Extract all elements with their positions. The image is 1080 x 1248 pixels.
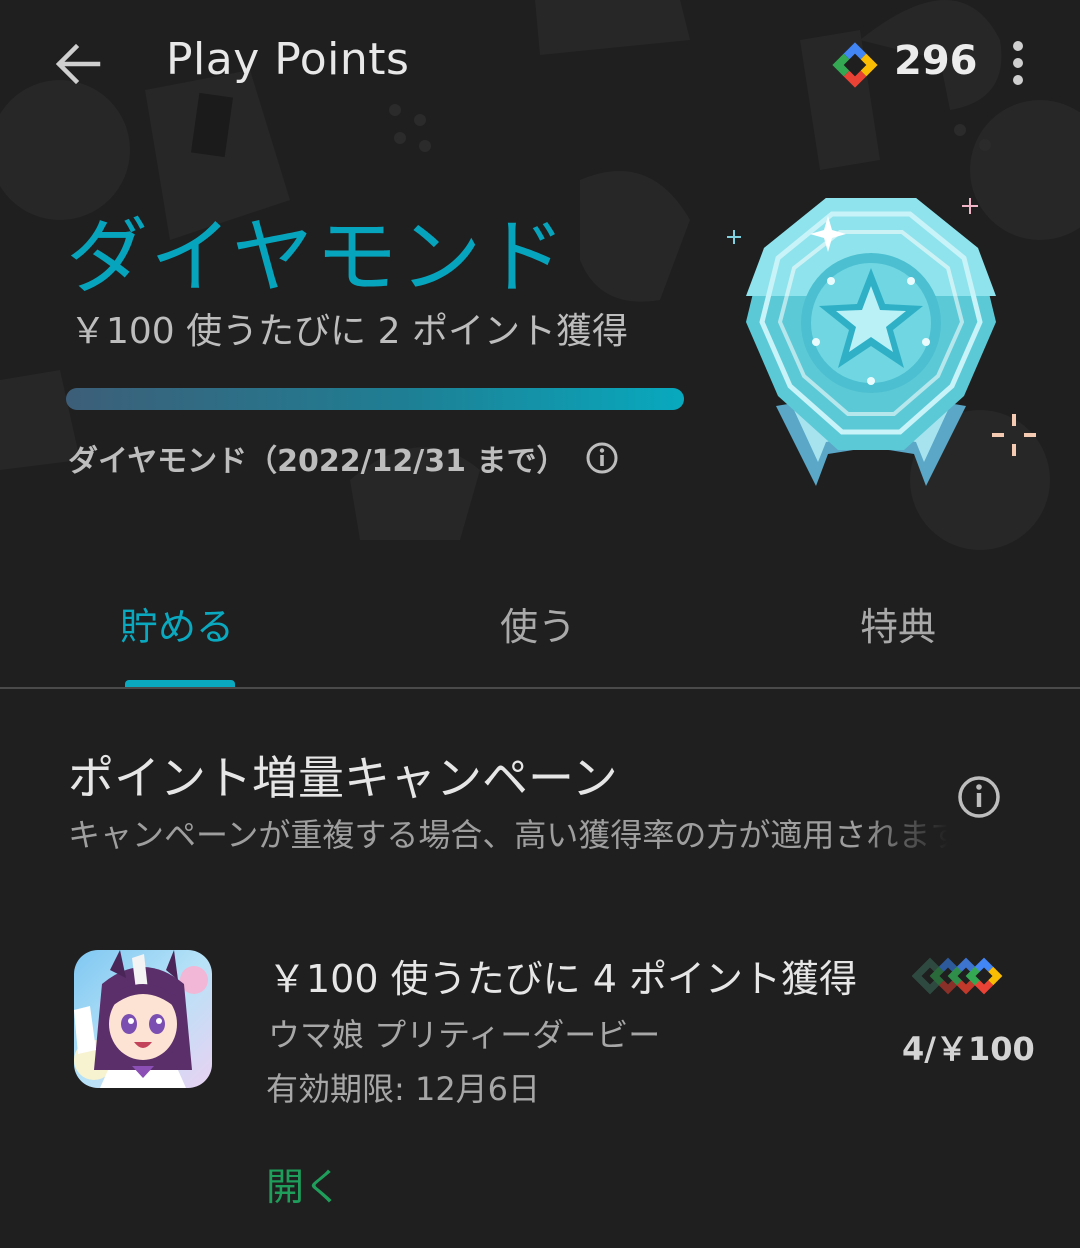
diamond-medal-icon — [727, 198, 1036, 486]
offer-app-name: ウマ娘 プリティーダービー — [268, 1016, 661, 1054]
offer-title: ￥100 使うたびに 4 ポイント獲得 — [268, 957, 857, 1001]
offer-expiry: 有効期限: 12月6日 — [266, 1070, 541, 1108]
campaign-description: キャンペーンが重複する場合、高い獲得率の方が適用されます — [68, 816, 948, 854]
multiplier-logo-icon — [911, 957, 1003, 995]
open-app-link[interactable]: 開く — [266, 1156, 342, 1211]
tab-perks[interactable]: 特典 — [860, 596, 936, 651]
play-points-logo-icon — [832, 42, 878, 88]
tab-divider — [0, 687, 1080, 689]
more-vert-icon[interactable] — [1000, 36, 1036, 92]
tier-name: ダイヤモンド — [66, 210, 568, 305]
tab-use[interactable]: 使う — [500, 596, 576, 651]
info-icon[interactable] — [956, 774, 1002, 820]
app-icon[interactable] — [74, 950, 212, 1088]
offer-rate: 4/￥100 — [902, 1030, 1035, 1068]
points-balance: 296 — [894, 38, 978, 84]
tier-status: ダイヤモンド（2022/12/31 まで） — [68, 444, 567, 479]
info-icon[interactable] — [584, 440, 620, 476]
page-title: Play Points — [166, 34, 410, 85]
back-arrow-icon[interactable] — [50, 36, 106, 92]
campaign-title: ポイント増量キャンペーン — [68, 751, 618, 805]
tier-progress-bar — [66, 388, 684, 410]
tab-earn[interactable]: 貯める — [120, 596, 234, 651]
tier-earn-rate: ￥100 使うたびに 2 ポイント獲得 — [70, 311, 628, 352]
